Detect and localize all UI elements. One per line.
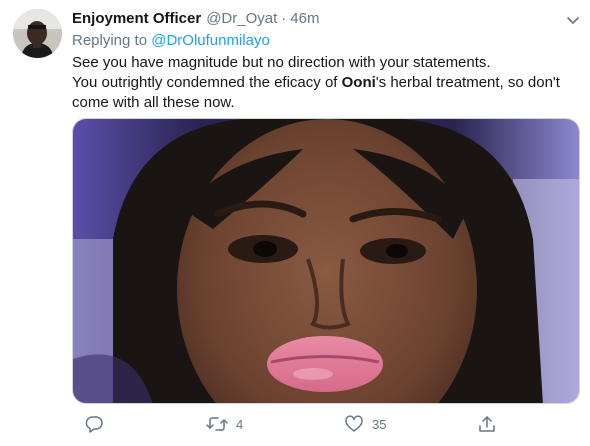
tweet-media-photo[interactable]	[72, 118, 580, 404]
tweet-text: See you have magnitude but no direction …	[72, 53, 577, 113]
reply-icon	[84, 414, 104, 434]
tweet-timestamp[interactable]: 46m	[290, 10, 319, 27]
tweet-actions: 4 35	[72, 413, 580, 435]
avatar-image	[13, 9, 62, 58]
photo-icon	[73, 119, 579, 403]
share-button[interactable]	[477, 413, 497, 435]
heart-icon	[344, 414, 364, 434]
reply-button[interactable]	[84, 413, 112, 435]
avatar[interactable]	[13, 9, 62, 58]
retweet-button[interactable]: 4	[206, 413, 243, 435]
like-button[interactable]: 35	[344, 413, 386, 435]
replying-prefix: Replying to	[72, 32, 148, 49]
like-count: 35	[372, 416, 387, 432]
tweet-text-part-a: You outrightly condemned the eficacy of	[72, 74, 342, 91]
author-handle[interactable]: @Dr_Oyat	[206, 10, 277, 27]
tweet-text-line1: See you have magnitude but no direction …	[72, 54, 491, 71]
retweet-count: 4	[236, 416, 244, 432]
author-name[interactable]: Enjoyment Officer	[72, 10, 201, 27]
replying-to: Replying to @DrOlufunmilayo	[72, 32, 270, 49]
share-icon	[477, 414, 497, 434]
separator-dot: ·	[281, 10, 287, 27]
tweet-header: Enjoyment Officer @Dr_Oyat · 46m	[72, 10, 319, 30]
replying-mention-link[interactable]: @DrOlufunmilayo	[151, 32, 270, 49]
retweet-icon	[206, 414, 228, 434]
tweet-text-line2: You outrightly condemned the eficacy of …	[72, 73, 577, 113]
chevron-down-icon[interactable]	[563, 10, 583, 30]
tweet[interactable]: Enjoyment Officer @Dr_Oyat · 46m Replyin…	[0, 0, 590, 446]
tweet-text-bold: Ooni	[341, 74, 376, 91]
